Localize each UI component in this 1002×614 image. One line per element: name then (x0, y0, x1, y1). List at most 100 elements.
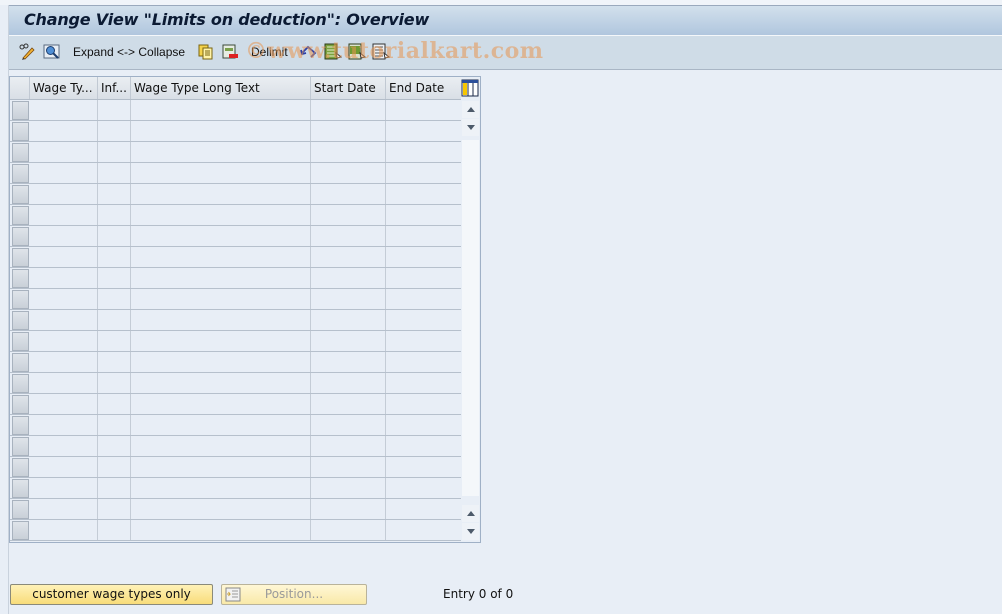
undo-change-button[interactable] (300, 43, 318, 61)
table-cell-inf[interactable] (98, 331, 131, 351)
table-cell-inf[interactable] (98, 142, 131, 162)
row-selector[interactable] (12, 500, 29, 519)
table-cell-long-text[interactable] (131, 121, 311, 141)
deselect-all-button[interactable] (372, 43, 390, 61)
table-cell-end-date[interactable] (386, 205, 461, 225)
table-cell-start-date[interactable] (311, 331, 386, 351)
table-cell-wage-type[interactable] (30, 478, 98, 498)
expand-collapse-button[interactable]: Expand <-> Collapse (73, 43, 185, 61)
table-cell-long-text[interactable] (131, 436, 311, 456)
position-button[interactable]: Position... (221, 584, 367, 605)
table-cell-wage-type[interactable] (30, 415, 98, 435)
table-cell-end-date[interactable] (386, 310, 461, 330)
table-cell-start-date[interactable] (311, 310, 386, 330)
table-cell-long-text[interactable] (131, 310, 311, 330)
table-cell-long-text[interactable] (131, 520, 311, 540)
table-cell-inf[interactable] (98, 499, 131, 519)
row-selector[interactable] (12, 521, 29, 540)
table-cell-end-date[interactable] (386, 352, 461, 372)
table-cell-inf[interactable] (98, 310, 131, 330)
table-cell-end-date[interactable] (386, 373, 461, 393)
table-cell-inf[interactable] (98, 373, 131, 393)
table-cell-start-date[interactable] (311, 142, 386, 162)
table-cell-long-text[interactable] (131, 184, 311, 204)
table-cell-wage-type[interactable] (30, 142, 98, 162)
table-cell-start-date[interactable] (311, 415, 386, 435)
table-cell-wage-type[interactable] (30, 436, 98, 456)
table-cell-long-text[interactable] (131, 373, 311, 393)
table-cell-long-text[interactable] (131, 100, 311, 120)
table-settings-button[interactable] (461, 79, 479, 97)
row-selector[interactable] (12, 248, 29, 267)
table-cell-long-text[interactable] (131, 478, 311, 498)
table-cell-long-text[interactable] (131, 163, 311, 183)
table-cell-wage-type[interactable] (30, 205, 98, 225)
table-cell-wage-type[interactable] (30, 520, 98, 540)
table-cell-end-date[interactable] (386, 331, 461, 351)
column-header-start-date[interactable]: Start Date (311, 77, 386, 99)
table-cell-start-date[interactable] (311, 436, 386, 456)
table-cell-wage-type[interactable] (30, 352, 98, 372)
table-cell-start-date[interactable] (311, 226, 386, 246)
table-cell-start-date[interactable] (311, 205, 386, 225)
row-selector[interactable] (12, 143, 29, 162)
select-all-rows-header[interactable] (10, 77, 30, 99)
scroll-track[interactable] (462, 140, 479, 496)
table-cell-wage-type[interactable] (30, 247, 98, 267)
delimit-button[interactable]: Delimit (251, 43, 288, 61)
table-cell-end-date[interactable] (386, 100, 461, 120)
table-cell-start-date[interactable] (311, 121, 386, 141)
table-cell-inf[interactable] (98, 121, 131, 141)
table-cell-long-text[interactable] (131, 247, 311, 267)
table-cell-long-text[interactable] (131, 226, 311, 246)
table-cell-end-date[interactable] (386, 394, 461, 414)
row-selector[interactable] (12, 479, 29, 498)
table-cell-end-date[interactable] (386, 247, 461, 267)
copy-as-button[interactable] (198, 43, 214, 61)
table-cell-long-text[interactable] (131, 499, 311, 519)
scroll-page-down-button[interactable] (462, 523, 479, 540)
table-cell-inf[interactable] (98, 289, 131, 309)
table-cell-start-date[interactable] (311, 520, 386, 540)
table-cell-inf[interactable] (98, 268, 131, 288)
table-cell-wage-type[interactable] (30, 268, 98, 288)
table-cell-start-date[interactable] (311, 289, 386, 309)
row-selector[interactable] (12, 395, 29, 414)
table-cell-end-date[interactable] (386, 457, 461, 477)
scroll-down-button[interactable] (462, 119, 479, 136)
table-cell-start-date[interactable] (311, 163, 386, 183)
table-cell-end-date[interactable] (386, 520, 461, 540)
table-cell-end-date[interactable] (386, 184, 461, 204)
table-cell-wage-type[interactable] (30, 100, 98, 120)
table-cell-start-date[interactable] (311, 394, 386, 414)
column-header-long-text[interactable]: Wage Type Long Text (131, 77, 311, 99)
table-cell-wage-type[interactable] (30, 310, 98, 330)
table-cell-inf[interactable] (98, 100, 131, 120)
table-cell-inf[interactable] (98, 520, 131, 540)
table-cell-end-date[interactable] (386, 499, 461, 519)
find-button[interactable] (43, 43, 61, 61)
table-cell-end-date[interactable] (386, 289, 461, 309)
select-all-button[interactable] (324, 43, 342, 61)
table-cell-wage-type[interactable] (30, 394, 98, 414)
scroll-page-up-button[interactable] (462, 505, 479, 522)
row-selector[interactable] (12, 164, 29, 183)
table-cell-inf[interactable] (98, 415, 131, 435)
row-selector[interactable] (12, 458, 29, 477)
delete-button[interactable] (222, 43, 238, 61)
table-cell-wage-type[interactable] (30, 289, 98, 309)
table-cell-long-text[interactable] (131, 352, 311, 372)
table-cell-end-date[interactable] (386, 415, 461, 435)
table-cell-inf[interactable] (98, 457, 131, 477)
table-cell-start-date[interactable] (311, 478, 386, 498)
table-cell-long-text[interactable] (131, 268, 311, 288)
table-cell-end-date[interactable] (386, 142, 461, 162)
table-cell-long-text[interactable] (131, 457, 311, 477)
row-selector[interactable] (12, 437, 29, 456)
table-cell-inf[interactable] (98, 394, 131, 414)
row-selector[interactable] (12, 122, 29, 141)
table-cell-inf[interactable] (98, 184, 131, 204)
table-cell-long-text[interactable] (131, 331, 311, 351)
row-selector[interactable] (12, 101, 29, 120)
table-cell-end-date[interactable] (386, 226, 461, 246)
